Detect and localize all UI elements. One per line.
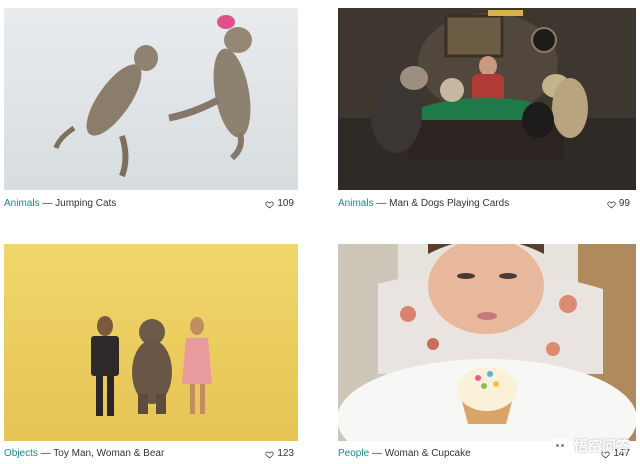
woman-cupcake-photo[interactable] [338, 244, 636, 441]
heart-outline-icon [607, 200, 616, 208]
card-caption: Objects — Toy Man, Woman & Bear 123 [4, 446, 300, 462]
category-link[interactable]: Animals [4, 198, 40, 209]
category-link[interactable]: Objects [4, 448, 38, 459]
watermark-text: 悟空问答 [574, 438, 630, 454]
card-title[interactable]: Woman & Cupcake [385, 448, 471, 459]
card-title[interactable]: Man & Dogs Playing Cards [389, 198, 509, 209]
like-count-value: 99 [618, 198, 630, 209]
like-count[interactable]: 99 [607, 196, 630, 212]
gallery-card[interactable]: People — Woman & Cupcake 147 悟空问答 [338, 244, 636, 460]
dogs-poker-photo[interactable] [338, 8, 636, 190]
caption-separator: — [37, 448, 54, 459]
heart-outline-icon [265, 200, 274, 208]
like-count[interactable]: 109 [265, 196, 294, 212]
jumping-cats-photo[interactable] [4, 8, 298, 190]
like-count-value: 109 [277, 198, 294, 209]
gallery-card[interactable]: Animals — Man & Dogs Playing Cards 99 [338, 8, 636, 216]
like-count[interactable]: 123 [265, 446, 294, 462]
wooden-figures-photo[interactable] [4, 244, 298, 441]
chat-bubble-icon [550, 438, 570, 454]
heart-outline-icon [265, 450, 274, 458]
gallery-card[interactable]: Animals — Jumping Cats 109 [4, 8, 300, 216]
watermark: 悟空问答 [550, 436, 630, 456]
caption-separator: — [373, 198, 390, 209]
like-count-value: 123 [277, 448, 294, 459]
gallery-card[interactable]: Objects — Toy Man, Woman & Bear 123 [4, 244, 300, 460]
category-link[interactable]: Animals [338, 198, 374, 209]
category-link[interactable]: People [338, 448, 369, 459]
caption-separator: — [369, 448, 385, 459]
card-title[interactable]: Jumping Cats [55, 198, 116, 209]
card-title[interactable]: Toy Man, Woman & Bear [53, 448, 164, 459]
card-caption: Animals — Man & Dogs Playing Cards 99 [338, 196, 636, 212]
caption-separator: — [39, 198, 56, 209]
card-caption: Animals — Jumping Cats 109 [4, 196, 300, 212]
